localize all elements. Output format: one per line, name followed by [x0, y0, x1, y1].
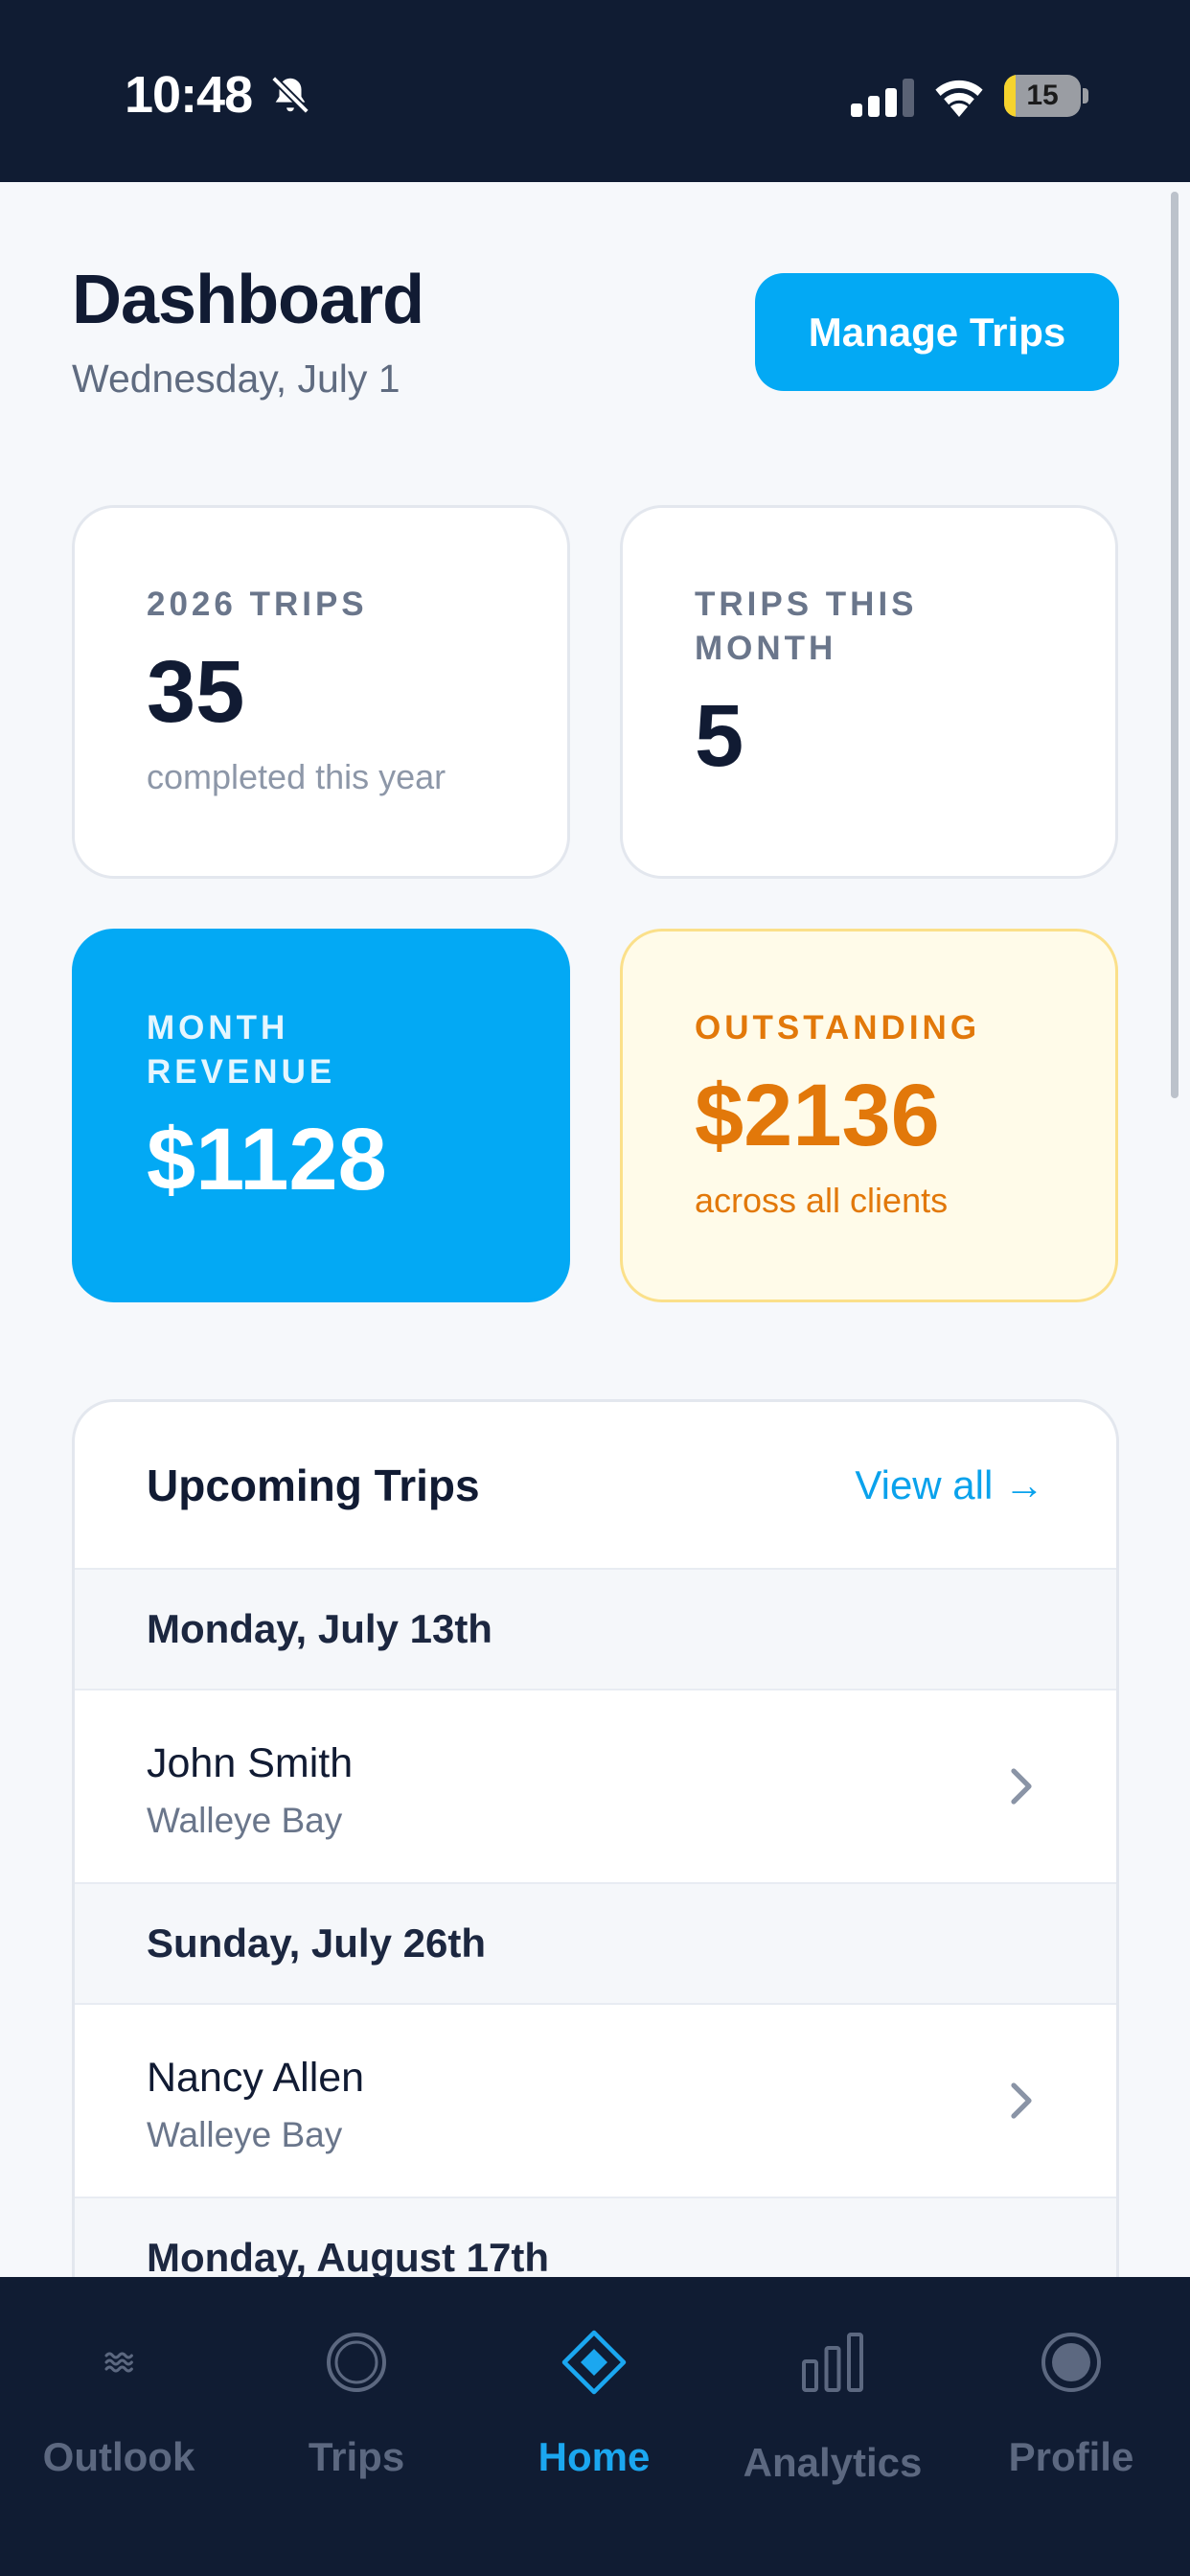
page-date: Wednesday, July 1	[72, 356, 400, 401]
bar-chart-icon	[802, 2333, 863, 2392]
month-revenue-label: MONTH REVENUE	[147, 1009, 336, 1091]
waves-icon	[104, 2352, 133, 2373]
nav-item-trips[interactable]: Trips	[238, 2277, 475, 2576]
bottom-nav: Outlook Trips Home Analytics Profile	[0, 2277, 1190, 2576]
trips-month-value: 5	[695, 687, 744, 785]
outstanding-subtitle: across all clients	[695, 1181, 949, 1220]
battery-cap	[1083, 88, 1088, 104]
trips-year-label: 2026 TRIPS	[147, 586, 368, 623]
trips-month-label: TRIPS THIS MONTH	[695, 586, 918, 667]
month-revenue-value: $1128	[147, 1111, 387, 1208]
nav-label-trips: Trips	[308, 2434, 405, 2479]
upcoming-trips-header: Upcoming Trips View all →	[75, 1402, 1116, 1570]
trip-client-name: John Smith	[147, 1740, 354, 1786]
trip-row[interactable]: Nancy Allen Walleye Bay	[75, 2005, 1116, 2198]
nav-item-home[interactable]: Home	[475, 2277, 713, 2576]
chevron-right-icon	[1011, 1768, 1032, 1805]
trips-year-card: 2026 TRIPS 35 completed this year	[72, 505, 570, 879]
trip-client-name: Nancy Allen	[147, 2055, 365, 2101]
month-revenue-card: MONTH REVENUE $1128	[72, 929, 570, 1302]
nav-item-analytics[interactable]: Analytics	[714, 2277, 951, 2576]
outstanding-card: OUTSTANDING $2136 across all clients	[620, 929, 1118, 1302]
bell-slash-icon	[271, 76, 309, 114]
nav-label-profile: Profile	[1008, 2434, 1134, 2479]
trip-date-header: Sunday, July 26th	[75, 1884, 1116, 2005]
nav-item-profile[interactable]: Profile	[952, 2277, 1190, 2576]
trips-year-value: 35	[147, 643, 245, 741]
manage-trips-button[interactable]: Manage Trips	[755, 273, 1119, 391]
battery-icon: 15	[1004, 75, 1081, 117]
page-title: Dashboard	[72, 262, 424, 338]
diamond-icon	[561, 2330, 627, 2395]
cellular-signal-icon	[851, 79, 914, 117]
outstanding-value: $2136	[695, 1067, 940, 1164]
wifi-icon	[935, 80, 983, 117]
upcoming-trips-list: Monday, July 13th John Smith Walleye Bay…	[75, 1570, 1116, 2319]
trip-row[interactable]: John Smith Walleye Bay	[75, 1690, 1116, 1884]
scroll-indicator[interactable]	[1171, 192, 1179, 1098]
nav-label-analytics: Analytics	[743, 2440, 923, 2485]
trip-location: Walleye Bay	[147, 1801, 343, 1840]
ring-icon	[327, 2333, 386, 2392]
status-time: 10:48	[125, 66, 253, 124]
profile-circle-icon	[1041, 2333, 1101, 2392]
view-all-link[interactable]: View all →	[855, 1462, 1044, 1508]
status-bar: 10:48 15	[0, 0, 1190, 182]
upcoming-trips-title: Upcoming Trips	[147, 1460, 480, 1510]
trip-date-header: Monday, July 13th	[75, 1570, 1116, 1690]
trips-year-subtitle: completed this year	[147, 757, 446, 796]
nav-label-home: Home	[538, 2434, 651, 2479]
trip-location: Walleye Bay	[147, 2115, 343, 2154]
nav-item-outlook[interactable]: Outlook	[0, 2277, 238, 2576]
chevron-right-icon	[1011, 2082, 1032, 2119]
nav-label-outlook: Outlook	[42, 2434, 195, 2479]
trips-month-card: TRIPS THIS MONTH 5	[620, 505, 1118, 879]
battery-percent: 15	[1026, 80, 1059, 111]
outstanding-label: OUTSTANDING	[695, 1009, 981, 1046]
